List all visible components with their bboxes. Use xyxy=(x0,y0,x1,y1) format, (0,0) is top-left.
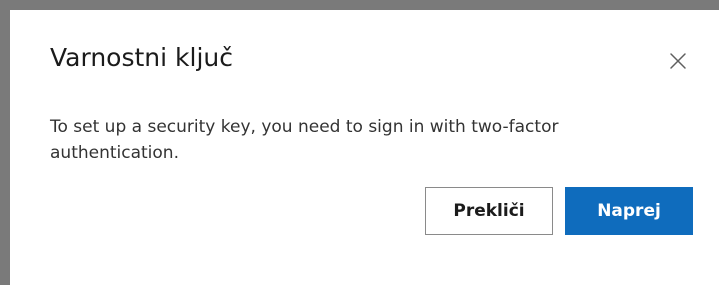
cancel-button[interactable]: Prekliči xyxy=(425,187,553,235)
next-button[interactable]: Naprej xyxy=(565,187,693,235)
next-button-label: Naprej xyxy=(597,201,661,221)
close-icon xyxy=(669,52,687,70)
cancel-button-label: Prekliči xyxy=(453,201,525,221)
dialog-title: Varnostni ključ xyxy=(50,43,233,72)
security-key-dialog: Varnostni ključ To set up a security key… xyxy=(10,10,719,285)
close-button[interactable] xyxy=(667,50,689,72)
dialog-message: To set up a security key, you need to si… xyxy=(50,117,559,163)
